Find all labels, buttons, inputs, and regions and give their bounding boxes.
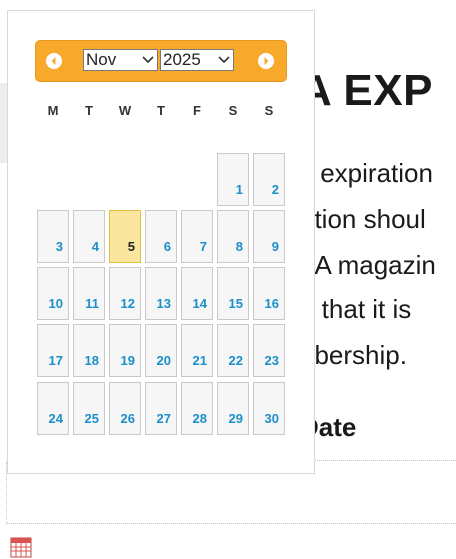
month-select[interactable]: Nov xyxy=(83,49,158,71)
calendar-icon[interactable] xyxy=(10,536,32,558)
year-value: 2025 xyxy=(163,50,201,69)
chevron-left-icon[interactable] xyxy=(46,53,62,69)
day-cell[interactable]: 3 xyxy=(37,210,69,263)
day-cell[interactable]: 9 xyxy=(253,210,285,263)
year-select[interactable]: 2025 xyxy=(160,49,234,71)
chevron-down-icon xyxy=(218,56,230,64)
weekday-label: F xyxy=(193,103,201,118)
body-text-line: e that it is xyxy=(300,294,412,324)
weekday-label: W xyxy=(118,103,132,118)
day-number: 24 xyxy=(48,411,63,426)
page-title: A EXP xyxy=(300,66,433,115)
day-cell[interactable]: 19 xyxy=(109,324,141,377)
weekday-header-row: MTWTFSS xyxy=(35,100,287,122)
day-cell[interactable]: 4 xyxy=(73,210,105,263)
weekday-label: M xyxy=(47,103,59,118)
day-cell[interactable]: 15 xyxy=(217,267,249,320)
day-number: 13 xyxy=(156,296,171,311)
day-number: 2 xyxy=(271,182,279,197)
chevron-right-icon[interactable] xyxy=(258,53,274,69)
day-number: 17 xyxy=(48,353,63,368)
day-cell[interactable]: 20 xyxy=(145,324,177,377)
day-number: 25 xyxy=(84,411,99,426)
day-cell[interactable]: 27 xyxy=(145,382,177,435)
weekday-label: S xyxy=(228,103,238,118)
day-number: 29 xyxy=(228,411,243,426)
day-cell[interactable]: 21 xyxy=(181,324,213,377)
day-number: 28 xyxy=(192,411,207,426)
page: A EXP y expiration ation shoul 2A magazi… xyxy=(0,0,456,559)
day-number: 11 xyxy=(85,296,99,311)
day-cell[interactable]: 7 xyxy=(181,210,213,263)
day-number: 20 xyxy=(156,353,171,368)
day-cell[interactable]: 11 xyxy=(73,267,105,320)
day-number: 3 xyxy=(55,239,63,254)
day-cell[interactable]: 13 xyxy=(145,267,177,320)
day-number: 21 xyxy=(192,353,207,368)
day-cell[interactable]: 26 xyxy=(109,382,141,435)
datepicker-header: Nov 2025 xyxy=(35,40,287,82)
day-number: 9 xyxy=(271,239,279,254)
body-text-line: y expiration xyxy=(300,158,433,188)
day-number: 1 xyxy=(235,182,243,197)
day-number: 16 xyxy=(264,296,279,311)
day-number: 8 xyxy=(235,239,243,254)
day-cell[interactable]: 30 xyxy=(253,382,285,435)
day-cell[interactable]: 25 xyxy=(73,382,105,435)
month-value: Nov xyxy=(86,50,117,69)
day-number: 12 xyxy=(120,296,135,311)
day-number: 27 xyxy=(156,411,171,426)
day-cell[interactable]: 12 xyxy=(109,267,141,320)
body-text-line: ation shoul xyxy=(300,204,426,234)
body-text-line: nbership. xyxy=(300,340,407,370)
day-number: 5 xyxy=(127,239,135,254)
chevron-down-icon xyxy=(142,56,154,64)
day-cell[interactable]: 8 xyxy=(217,210,249,263)
weekday-label: S xyxy=(264,103,274,118)
day-cell-today[interactable]: 5 xyxy=(109,210,141,263)
day-cell[interactable]: 23 xyxy=(253,324,285,377)
day-number: 22 xyxy=(228,353,243,368)
day-number: 7 xyxy=(199,239,207,254)
weekday-label: T xyxy=(85,103,93,118)
weekday-label: T xyxy=(157,103,165,118)
day-cell[interactable]: 17 xyxy=(37,324,69,377)
day-cell[interactable]: 24 xyxy=(37,382,69,435)
day-number: 18 xyxy=(84,353,99,368)
day-number: 14 xyxy=(192,296,207,311)
day-number: 19 xyxy=(120,353,135,368)
day-cell[interactable]: 1 xyxy=(217,153,249,206)
day-number: 10 xyxy=(48,296,63,311)
day-cell[interactable]: 18 xyxy=(73,324,105,377)
day-cell[interactable]: 10 xyxy=(37,267,69,320)
day-number: 6 xyxy=(163,239,171,254)
datepicker: Nov 2025 MTWTFSS 1 2 3 4 5 6 7 8 9 10 11 12 13 14 15 16… xyxy=(7,10,315,474)
day-cell[interactable]: 22 xyxy=(217,324,249,377)
day-number: 4 xyxy=(91,239,99,254)
day-cell[interactable]: 28 xyxy=(181,382,213,435)
day-number: 30 xyxy=(264,411,279,426)
day-number: 15 xyxy=(228,296,243,311)
day-cell[interactable]: 6 xyxy=(145,210,177,263)
day-cell[interactable]: 14 xyxy=(181,267,213,320)
day-cell[interactable]: 2 xyxy=(253,153,285,206)
day-cell[interactable]: 29 xyxy=(217,382,249,435)
day-number: 26 xyxy=(120,411,135,426)
day-number: 23 xyxy=(264,353,279,368)
body-text-line: 2A magazin xyxy=(300,250,436,280)
day-cell[interactable]: 16 xyxy=(253,267,285,320)
